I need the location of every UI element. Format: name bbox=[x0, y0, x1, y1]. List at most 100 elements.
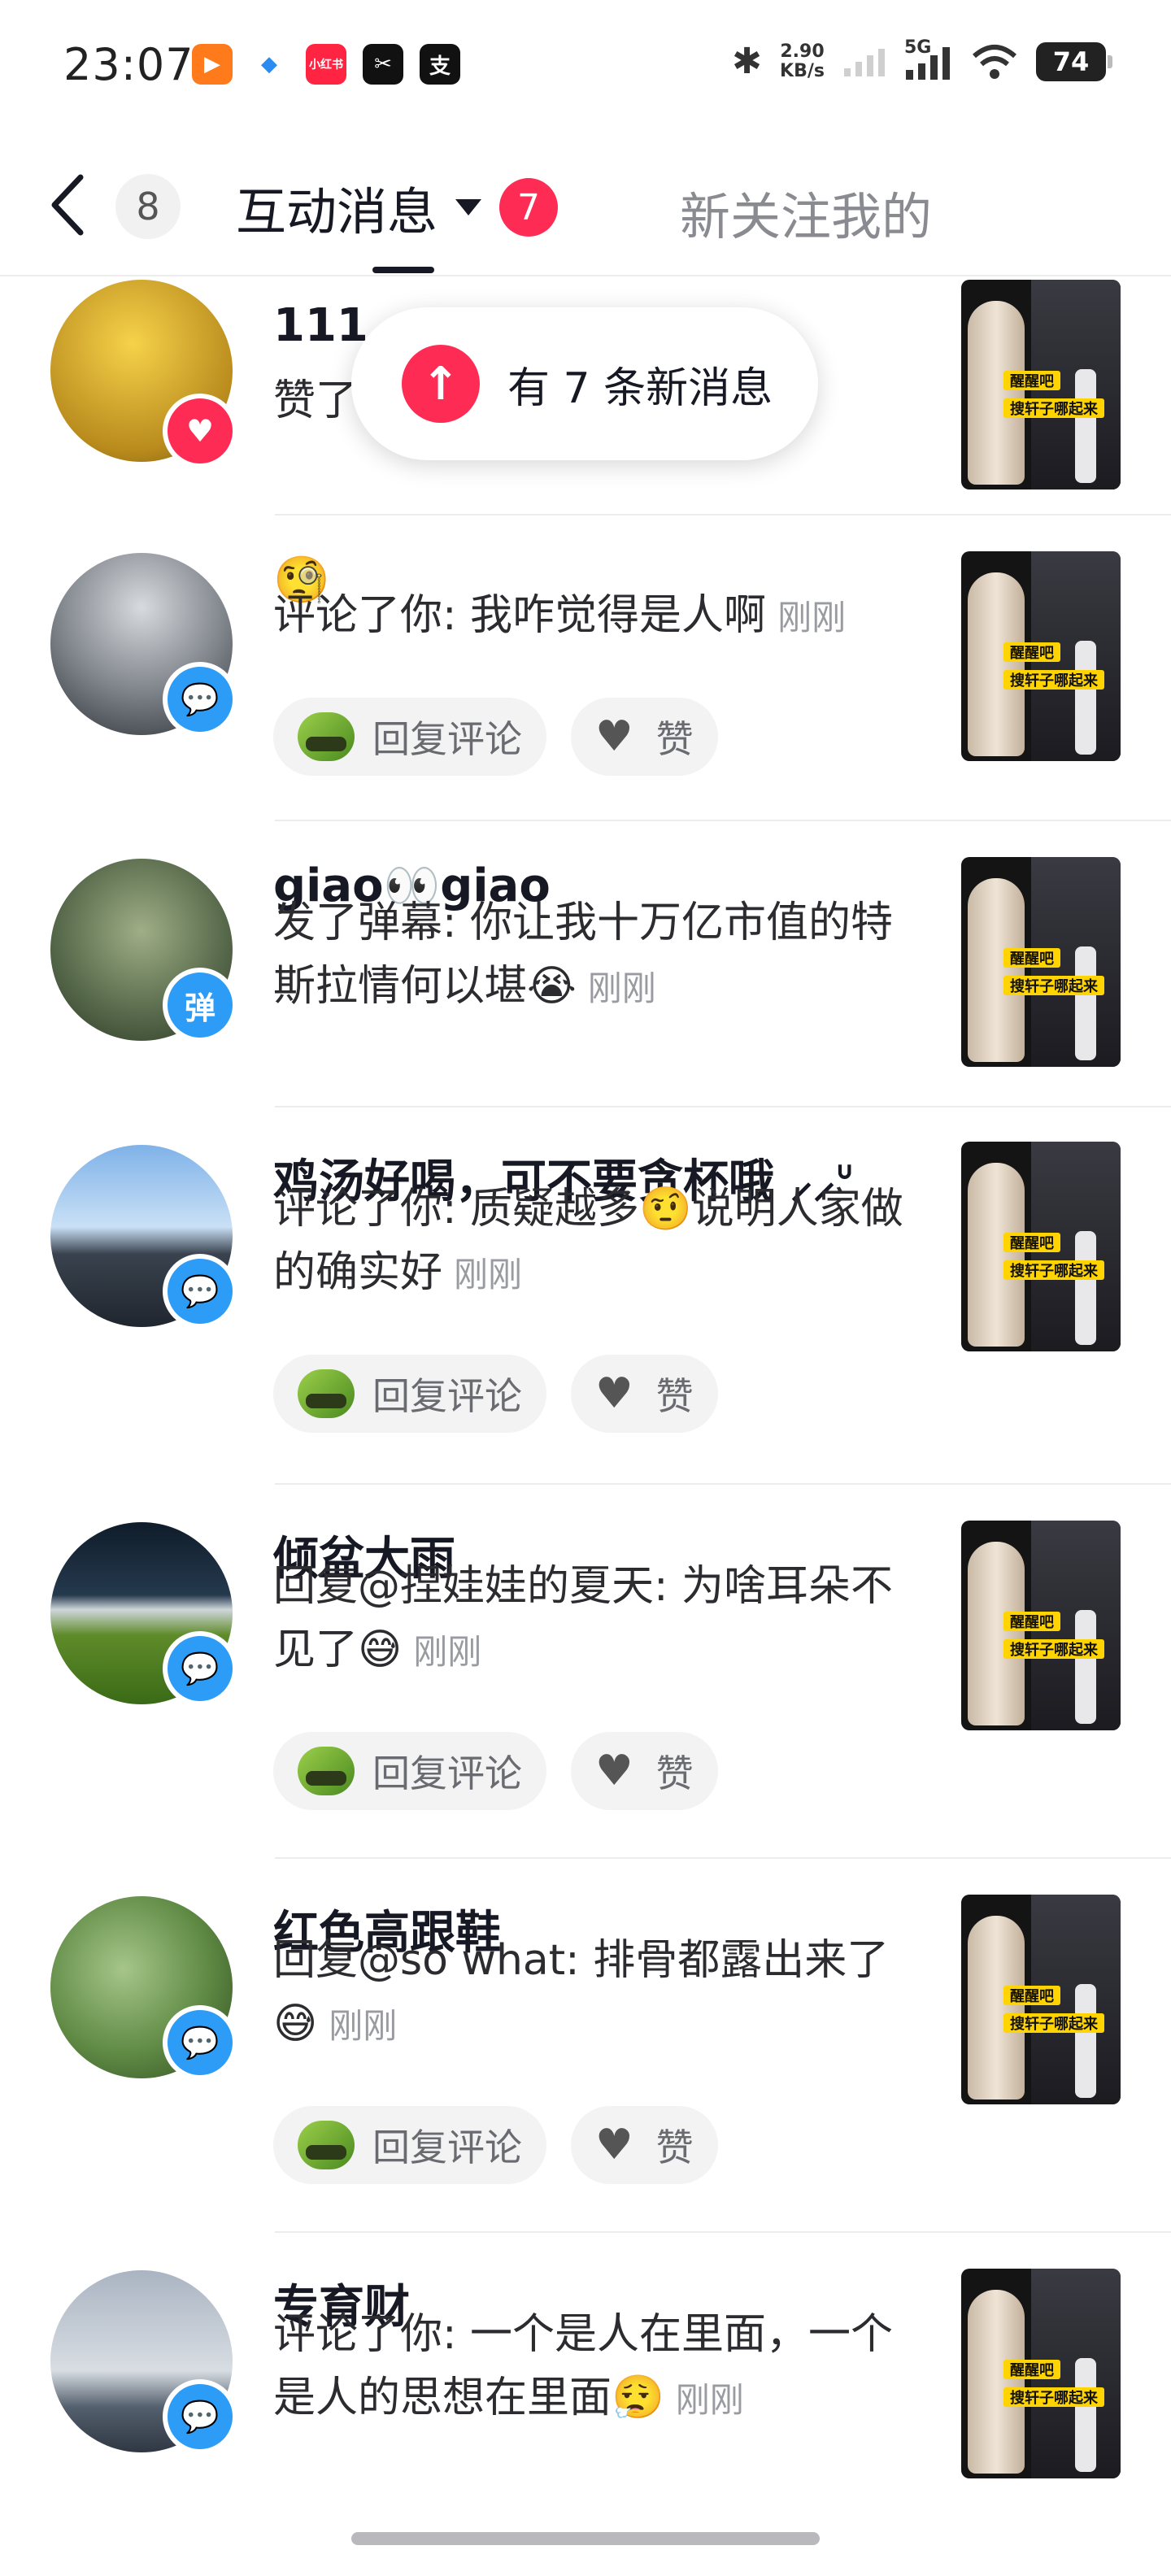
message-time: 刚刚 bbox=[454, 1255, 523, 1295]
my-avatar-icon bbox=[298, 712, 355, 761]
net-speed-unit: KB/s bbox=[780, 60, 825, 81]
signal-5g: 5G bbox=[904, 37, 953, 81]
message-text: 评论了你: 我咋觉得是人啊 刚刚 bbox=[273, 584, 924, 650]
net-speed-value: 2.90 bbox=[780, 41, 825, 62]
video-thumbnail[interactable]: 醒醒吧 搜轩子哪起来 bbox=[961, 551, 1121, 761]
message-body: 评论了你: 我咋觉得是人啊 bbox=[273, 591, 767, 640]
divider bbox=[275, 1106, 1171, 1107]
tab-interactions-label: 互动消息 bbox=[236, 182, 438, 242]
comment-badge: 💬 bbox=[163, 2005, 237, 2080]
back-button[interactable] bbox=[36, 172, 101, 237]
video-thumbnail[interactable]: 醒醒吧 搜轩子哪起来 bbox=[961, 857, 1121, 1067]
notification-app-icons: ▶ ◆ 小红书 ✂ 支 bbox=[192, 44, 460, 85]
thumb-caption-2: 搜轩子哪起来 bbox=[1003, 2013, 1104, 2033]
thumb-caption-1: 醒醒吧 bbox=[1003, 948, 1060, 968]
net-speed: 2.90 KB/s bbox=[780, 41, 825, 81]
arrow-up-icon: ↑ bbox=[402, 345, 480, 423]
thumb-caption-2: 搜轩子哪起来 bbox=[1003, 1639, 1104, 1659]
bird-app-icon: ◆ bbox=[249, 44, 289, 85]
thumb-robot bbox=[1075, 946, 1096, 1060]
my-avatar-icon bbox=[298, 1369, 355, 1418]
thumb-figure bbox=[968, 878, 1025, 1062]
capcut-icon: ✂ bbox=[363, 44, 403, 85]
caret-down-icon[interactable] bbox=[455, 199, 482, 215]
my-avatar-icon bbox=[298, 2121, 355, 2169]
reply-comment-button[interactable]: 回复评论 bbox=[273, 1355, 546, 1433]
message-time: 刚刚 bbox=[777, 598, 847, 637]
reply-label: 回复评论 bbox=[372, 1751, 522, 1795]
thumb-caption-2: 搜轩子哪起来 bbox=[1003, 976, 1104, 995]
tab-unread-badge: 7 bbox=[499, 178, 559, 237]
thumb-robot bbox=[1075, 369, 1096, 483]
video-thumbnail[interactable]: 醒醒吧 搜轩子哪起来 bbox=[961, 1142, 1121, 1351]
thumb-figure bbox=[968, 1542, 1025, 1725]
comment-badge: 💬 bbox=[163, 1631, 237, 1706]
video-thumbnail[interactable]: 醒醒吧 搜轩子哪起来 bbox=[961, 1895, 1121, 2104]
status-right: ✱ 2.90 KB/s 5G 74 bbox=[732, 37, 1112, 82]
message-body: 评论了你: 一个是人在里面，一个是人的思想在里面😮‍💨 bbox=[273, 2310, 894, 2422]
signal-weak-icon bbox=[844, 48, 885, 76]
reply-comment-button[interactable]: 回复评论 bbox=[273, 1732, 546, 1810]
reply-comment-button[interactable]: 回复评论 bbox=[273, 2106, 546, 2184]
thumb-figure bbox=[968, 1916, 1025, 2100]
like-button[interactable]: ♥ 赞 bbox=[571, 1355, 718, 1433]
comment-badge: 💬 bbox=[163, 2379, 237, 2454]
tab-interactions[interactable]: 互动消息 7 bbox=[236, 171, 559, 244]
heart-icon: ♥ bbox=[595, 712, 633, 761]
heart-icon: ♥ bbox=[595, 2121, 633, 2169]
unread-count-pill[interactable]: 8 bbox=[115, 174, 181, 239]
thumb-caption-2: 搜轩子哪起来 bbox=[1003, 1260, 1104, 1280]
thumb-figure bbox=[968, 2290, 1025, 2474]
divider bbox=[275, 820, 1171, 821]
action-row: 回复评论 ♥ 赞 bbox=[273, 2106, 718, 2184]
message-time: 刚刚 bbox=[413, 1632, 482, 1672]
message-text: 评论了你: 质疑越多🤨说明人家做的确实好 刚刚 bbox=[273, 1177, 916, 1307]
network-type: 5G bbox=[904, 37, 932, 58]
wifi-icon bbox=[973, 44, 1016, 79]
thumb-robot bbox=[1075, 641, 1096, 755]
divider bbox=[275, 1857, 1171, 1859]
thumb-caption-2: 搜轩子哪起来 bbox=[1003, 2387, 1104, 2407]
home-indicator[interactable] bbox=[351, 2532, 820, 2545]
new-messages-toast[interactable]: ↑ 有 7 条新消息 bbox=[351, 307, 818, 460]
thumb-caption-1: 醒醒吧 bbox=[1003, 1233, 1060, 1252]
thumb-figure bbox=[968, 572, 1025, 756]
reply-label: 回复评论 bbox=[372, 717, 522, 761]
danmu-badge: 弹 bbox=[163, 968, 237, 1042]
tab-new-followers[interactable]: 新关注我的 bbox=[680, 176, 932, 249]
message-text: 评论了你: 一个是人在里面，一个是人的思想在里面😮‍💨 刚刚 bbox=[273, 2303, 916, 2432]
divider bbox=[275, 514, 1171, 516]
message-text: 回复@捏娃娃的夏天: 为啥耳朵不见了😅 刚刚 bbox=[273, 1555, 916, 1684]
xiaohongshu-icon: 小红书 bbox=[306, 44, 346, 85]
thumb-figure bbox=[968, 1163, 1025, 1347]
heart-icon: ♥ bbox=[595, 1369, 633, 1418]
username[interactable]: 111 bbox=[273, 299, 368, 352]
battery-indicator: 74 bbox=[1036, 41, 1112, 81]
divider bbox=[275, 1483, 1171, 1485]
reply-comment-button[interactable]: 回复评论 bbox=[273, 698, 546, 776]
thumb-caption-1: 醒醒吧 bbox=[1003, 2360, 1060, 2379]
like-label: 赞 bbox=[655, 1374, 694, 1418]
action-row: 回复评论 ♥ 赞 bbox=[273, 1732, 718, 1810]
like-badge: ♥ bbox=[163, 394, 237, 468]
thumb-caption-1: 醒醒吧 bbox=[1003, 1612, 1060, 1631]
action-row: 回复评论 ♥ 赞 bbox=[273, 698, 718, 776]
message-time: 刚刚 bbox=[587, 968, 656, 1008]
thumb-caption-1: 醒醒吧 bbox=[1003, 1986, 1060, 2005]
comment-badge: 💬 bbox=[163, 662, 237, 737]
like-button[interactable]: ♥ 赞 bbox=[571, 2106, 718, 2184]
thumb-robot bbox=[1075, 2358, 1096, 2472]
thumb-caption-1: 醒醒吧 bbox=[1003, 371, 1060, 390]
video-thumbnail[interactable]: 醒醒吧 搜轩子哪起来 bbox=[961, 2269, 1121, 2478]
heart-icon: ♥ bbox=[595, 1747, 633, 1795]
divider bbox=[275, 2231, 1171, 2233]
like-button[interactable]: ♥ 赞 bbox=[571, 1732, 718, 1810]
message-text: 发了弹幕: 你让我十万亿市值的特斯拉情何以堪😭 刚刚 bbox=[273, 891, 908, 1020]
video-thumbnail[interactable]: 醒醒吧 搜轩子哪起来 bbox=[961, 1521, 1121, 1730]
chevron-left-icon bbox=[51, 174, 84, 236]
video-thumbnail[interactable]: 醒醒吧 搜轩子哪起来 bbox=[961, 280, 1121, 490]
like-button[interactable]: ♥ 赞 bbox=[571, 698, 718, 776]
message-body: 发了弹幕: 你让我十万亿市值的特斯拉情何以堪😭 bbox=[273, 899, 894, 1011]
bluetooth-icon: ✱ bbox=[732, 41, 763, 82]
message-body: 评论了你: 质疑越多🤨说明人家做的确实好 bbox=[273, 1185, 903, 1297]
